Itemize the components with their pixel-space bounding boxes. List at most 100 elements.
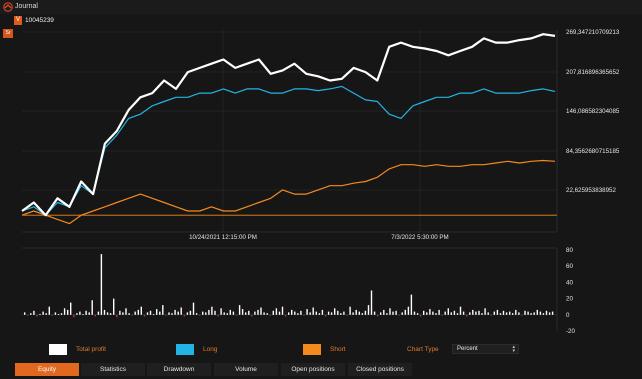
volume-bar [251,314,253,317]
volume-bar [349,306,351,315]
volume-bar [530,313,532,315]
volume-bar [536,309,538,315]
y-axis-tick-label: 146,086582304085 [566,108,620,115]
volume-bar [453,310,456,315]
volume-bar [330,312,333,315]
volume-bar [174,309,176,315]
tab-open-positions[interactable]: Open positions [281,363,345,376]
chevron-updown-icon: ▴ ▾ [512,344,515,354]
volume-bar [76,313,78,315]
volume-bar [168,312,170,315]
x-axis-tick-label: 7/3/2022 5:30:00 PM [391,234,448,241]
volume-bar [426,312,428,315]
volume-bar [447,308,449,315]
volume-bar [195,313,198,315]
volume-bar [337,310,339,315]
volume-bar [487,312,489,315]
volume-bar [162,305,164,315]
volume-bar [119,310,121,315]
tab-closed-positions[interactable]: Closed positions [348,363,412,376]
volume-bar [343,311,345,315]
volume-bar [490,314,492,316]
volume-bar [542,313,545,315]
volume-bar [294,311,296,315]
volume-bar [248,310,250,315]
volume-bar [140,306,142,315]
chart-legend: Total profit Long Short [0,341,642,357]
volume-bar [272,310,274,315]
volume-bar [39,314,41,315]
main-chart-series [21,33,557,225]
volume-bar [512,313,514,315]
volume-bar [545,310,548,315]
volume-bar [404,309,406,315]
volume-bar [456,313,459,315]
y-axis-tick-label: 22,625953838952 [566,187,616,194]
volume-bar [88,312,90,315]
volume-bar [159,311,161,315]
tab-drawdown[interactable]: Drawdown [147,363,211,376]
volume-bar [254,311,256,315]
volume-bar [444,311,446,315]
volume-bar [416,313,419,315]
volume-bar [493,311,495,315]
volume-bar [401,312,403,315]
volume-bar [450,312,452,315]
volume-bar [82,314,84,315]
volume-bar [334,308,336,315]
x-axis-tick-label: 10/24/2021 12:15:00 PM [189,234,257,241]
volume-bar [300,310,302,315]
volume-bar [202,311,204,315]
volume-chart-y-axis: 80 60 40 20 0 -20 [566,247,576,335]
volume-bar [116,314,118,318]
volume-bar [229,309,231,315]
volume-bar [466,314,468,317]
volume-bar [509,311,511,315]
volume-bar [370,290,373,315]
volume-bar [324,314,327,317]
volume-bar [54,312,57,315]
volume-bar [238,305,241,315]
volume-bar [245,312,247,315]
volume-bar [398,314,400,316]
tab-bar: Equity Statistics Drawdown Volume Open p… [0,362,642,379]
volume-bar [60,313,63,315]
volume-bar [419,314,422,317]
volume-bar [42,311,44,315]
volume-bar [134,311,136,315]
volume-bar [373,311,376,315]
volume-bar [214,310,216,315]
volume-bar [410,294,413,315]
volume-bar [459,306,462,315]
volume-bar [367,305,370,315]
volume-bar [288,312,290,315]
volume-bar [128,313,130,315]
equity-chart: 269,347210709213 207,816896365652 146,0865… [21,29,620,335]
chart-type-select[interactable]: Percent ▴ ▾ [452,344,519,354]
volume-bar [278,311,281,315]
short-swatch [303,344,321,355]
tab-statistics[interactable]: Statistics [81,363,145,376]
volume-y-tick-label: 0 [566,312,570,319]
volume-bar [321,309,324,315]
volume-bar [109,313,112,315]
tab-volume[interactable]: Volume [214,363,278,376]
volume-bar [217,314,219,317]
volume-bar [149,310,152,315]
series-line-short [21,159,556,225]
volume-bar [94,314,96,317]
volume-bar [438,309,440,315]
volume-bar [137,309,139,315]
volume-bar [518,312,520,315]
volume-bar [361,313,363,315]
main-chart-x-axis: 10/24/2021 12:15:00 PM 7/3/2022 5:30:00 P… [189,234,449,241]
volume-bar [232,311,235,315]
volume-bar [389,308,391,315]
volume-bar [113,298,115,315]
volume-bar [386,313,388,315]
tab-equity[interactable]: Equity [15,363,79,376]
volume-y-tick-label: 60 [566,263,573,270]
volume-bar [524,310,526,315]
total-profit-swatch [49,344,67,355]
volume-bar [70,302,72,315]
